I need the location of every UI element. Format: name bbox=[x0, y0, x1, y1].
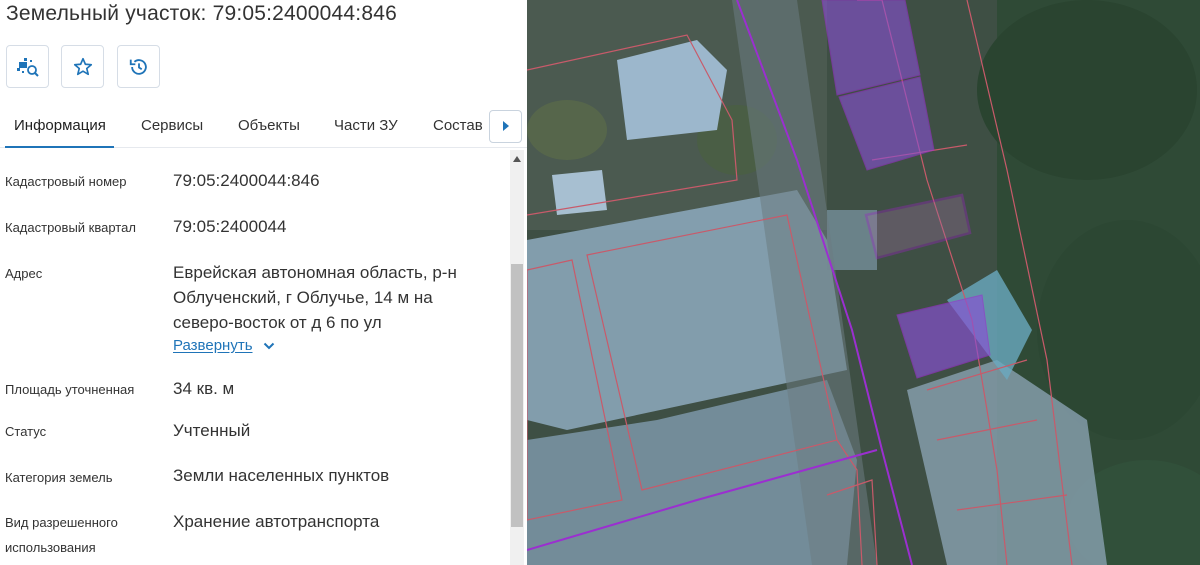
favorite-button[interactable] bbox=[61, 45, 104, 88]
satellite-map[interactable] bbox=[527, 0, 1200, 565]
tab-composition[interactable]: Состав bbox=[433, 117, 483, 134]
locate-parcel-icon bbox=[16, 56, 40, 78]
expand-address-link[interactable]: Развернуть bbox=[173, 337, 275, 354]
land-category-label: Категория земель bbox=[5, 470, 113, 485]
tab-services[interactable]: Сервисы bbox=[141, 117, 203, 134]
permitted-use-label-line2: использования bbox=[5, 540, 96, 555]
address-label: Адрес bbox=[5, 266, 43, 281]
tabs-scroll-right-button[interactable] bbox=[489, 110, 522, 143]
scroll-up-button[interactable] bbox=[510, 150, 524, 166]
status-label: Статус bbox=[5, 424, 47, 439]
scrollbar-thumb[interactable] bbox=[511, 264, 523, 527]
chevron-down-icon bbox=[263, 337, 275, 354]
cadastral-block-value: 79:05:2400044 bbox=[173, 217, 287, 236]
locate-parcel-button[interactable] bbox=[6, 45, 49, 88]
land-category-value: Земли населенных пунктов bbox=[173, 466, 390, 485]
tab-information[interactable]: Информация bbox=[14, 117, 106, 134]
star-icon bbox=[72, 56, 94, 78]
history-button[interactable] bbox=[117, 45, 160, 88]
cadastral-number-label: Кадастровый номер bbox=[5, 174, 127, 189]
address-value: Еврейская автономная область, р-н Облуче… bbox=[173, 263, 457, 332]
cadastral-block-label: Кадастровый квартал bbox=[5, 220, 136, 235]
triangle-up-icon bbox=[513, 149, 521, 167]
status-value: Учтенный bbox=[173, 421, 251, 440]
map-view[interactable] bbox=[527, 0, 1200, 565]
expand-label: Развернуть bbox=[173, 337, 253, 354]
cadastral-number-value: 79:05:2400044:846 bbox=[173, 171, 320, 190]
history-icon bbox=[128, 56, 150, 78]
permitted-use-value: Хранение автотранспорта bbox=[173, 512, 380, 531]
area-value: 34 кв. м bbox=[173, 379, 235, 398]
active-tab-indicator bbox=[5, 146, 114, 148]
area-label: Площадь уточненная bbox=[5, 382, 135, 397]
tab-parts[interactable]: Части ЗУ bbox=[334, 117, 398, 134]
page-title: Земельный участок: 79:05:2400044:846 bbox=[6, 2, 397, 25]
tab-bar: Информация Сервисы Объекты Части ЗУ Сост… bbox=[0, 104, 527, 148]
info-panel: Земельный участок: 79:05:2400044:846 Инф… bbox=[0, 0, 527, 565]
triangle-right-icon bbox=[502, 118, 510, 136]
permitted-use-label-line1: Вид разрешенного bbox=[5, 515, 118, 530]
tab-objects[interactable]: Объекты bbox=[238, 117, 300, 134]
